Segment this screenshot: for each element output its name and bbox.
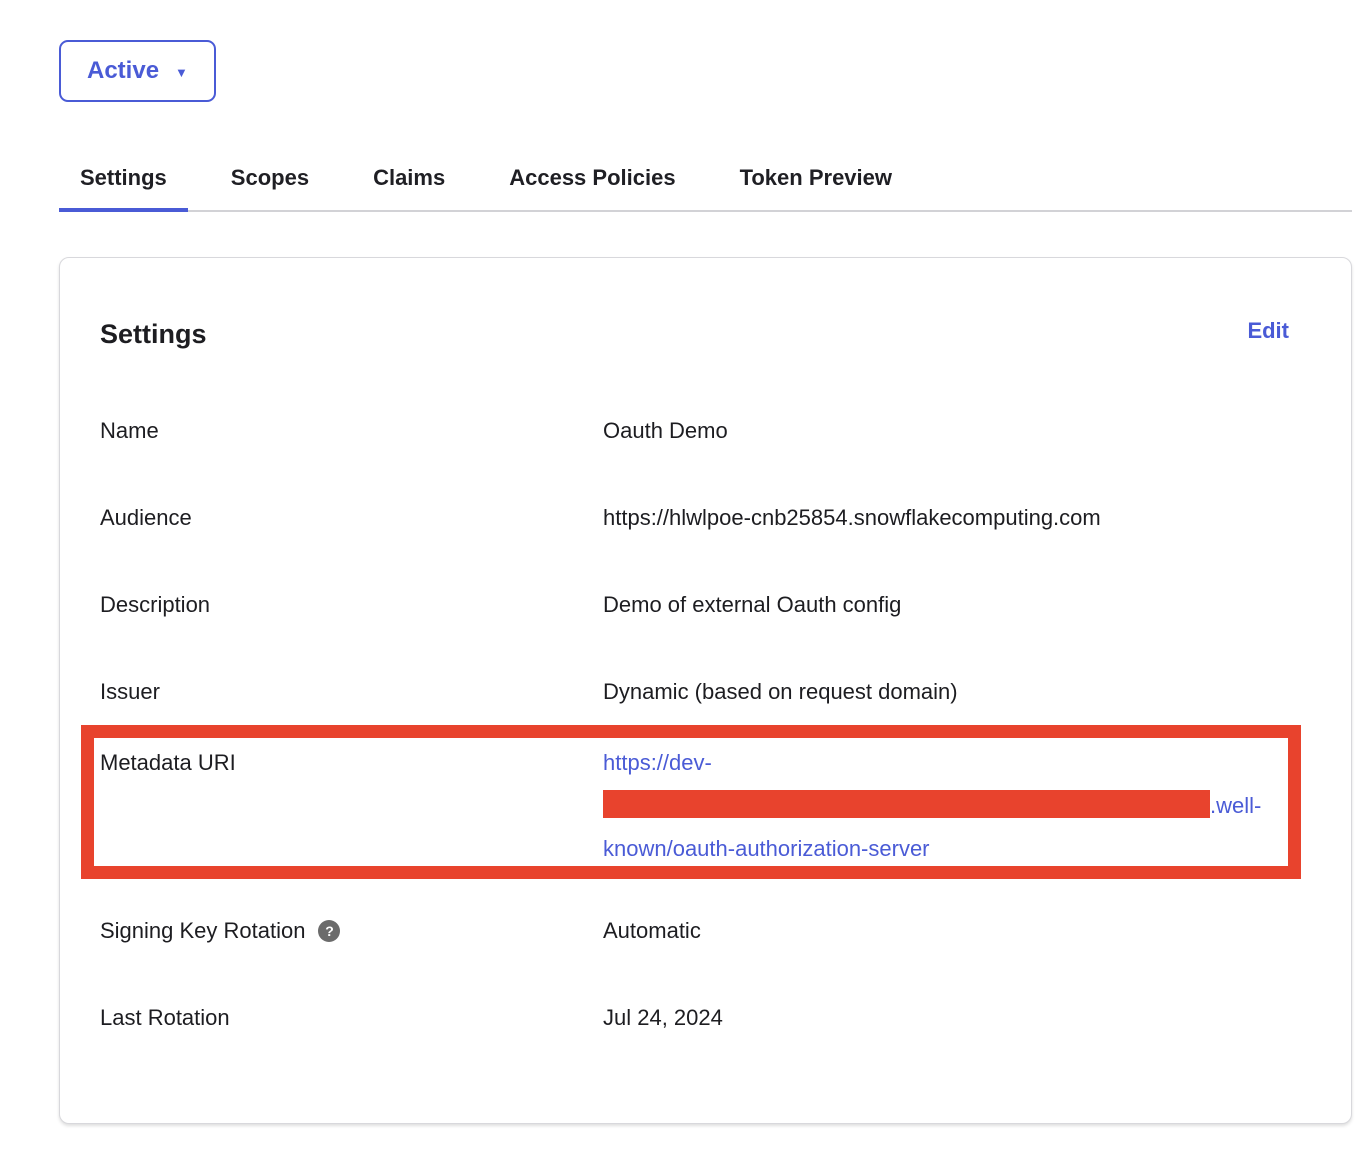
field-label: Audience xyxy=(100,503,603,533)
field-row-description: Description Demo of external Oauth confi… xyxy=(100,590,1311,620)
field-label: Signing Key Rotation xyxy=(100,916,305,946)
tab-settings[interactable]: Settings xyxy=(59,150,188,212)
status-dropdown-button[interactable]: Active ▼ xyxy=(59,40,216,102)
field-value: Automatic xyxy=(603,916,1311,946)
page: Active ▼ Settings Scopes Claims Access P… xyxy=(0,0,1365,1124)
field-row-issuer: Issuer Dynamic (based on request domain) xyxy=(100,677,1311,707)
field-label: Description xyxy=(100,590,603,620)
metadata-uri-line2: .well- xyxy=(603,784,1311,827)
tab-access-policies[interactable]: Access Policies xyxy=(488,150,696,212)
field-label: Issuer xyxy=(100,677,603,707)
tab-scopes[interactable]: Scopes xyxy=(210,150,330,212)
settings-card: Settings Edit Name Oauth Demo Audience h… xyxy=(59,257,1352,1124)
field-value: Oauth Demo xyxy=(603,416,1311,446)
metadata-uri-line3: known/oauth-authorization-server xyxy=(603,827,1311,870)
field-label: Name xyxy=(100,416,603,446)
edit-link[interactable]: Edit xyxy=(1247,316,1289,346)
redaction-bar xyxy=(603,790,1210,818)
field-label: Metadata URI xyxy=(100,741,603,784)
tab-token-preview[interactable]: Token Preview xyxy=(719,150,913,212)
card-title: Settings xyxy=(100,316,207,352)
field-value: https://hlwlpoe-cnb25854.snowflakecomput… xyxy=(603,503,1311,533)
card-header: Settings Edit xyxy=(100,316,1311,352)
question-mark-icon[interactable]: ? xyxy=(318,920,340,942)
field-row-signing-key-rotation: Signing Key Rotation ? Automatic xyxy=(100,916,1311,946)
tab-claims[interactable]: Claims xyxy=(352,150,466,212)
metadata-uri-link[interactable]: https://dev- .well- known/oauth-authoriz… xyxy=(603,741,1311,870)
field-row-last-rotation: Last Rotation Jul 24, 2024 xyxy=(100,1003,1311,1033)
metadata-uri-line2-suffix: .well- xyxy=(1210,793,1261,818)
field-row-name: Name Oauth Demo xyxy=(100,416,1311,446)
field-label: Last Rotation xyxy=(100,1003,603,1033)
field-row-metadata-uri: Metadata URI https://dev- .well- known/o… xyxy=(100,741,1311,870)
chevron-down-icon: ▼ xyxy=(175,66,188,79)
field-value: Demo of external Oauth config xyxy=(603,590,1311,620)
status-dropdown-label: Active xyxy=(87,57,159,85)
metadata-uri-line1: https://dev- xyxy=(603,741,1311,784)
field-value: Dynamic (based on request domain) xyxy=(603,677,1311,707)
field-value: Jul 24, 2024 xyxy=(603,1003,1311,1033)
field-row-audience: Audience https://hlwlpoe-cnb25854.snowfl… xyxy=(100,503,1311,533)
tab-bar: Settings Scopes Claims Access Policies T… xyxy=(59,150,1352,212)
